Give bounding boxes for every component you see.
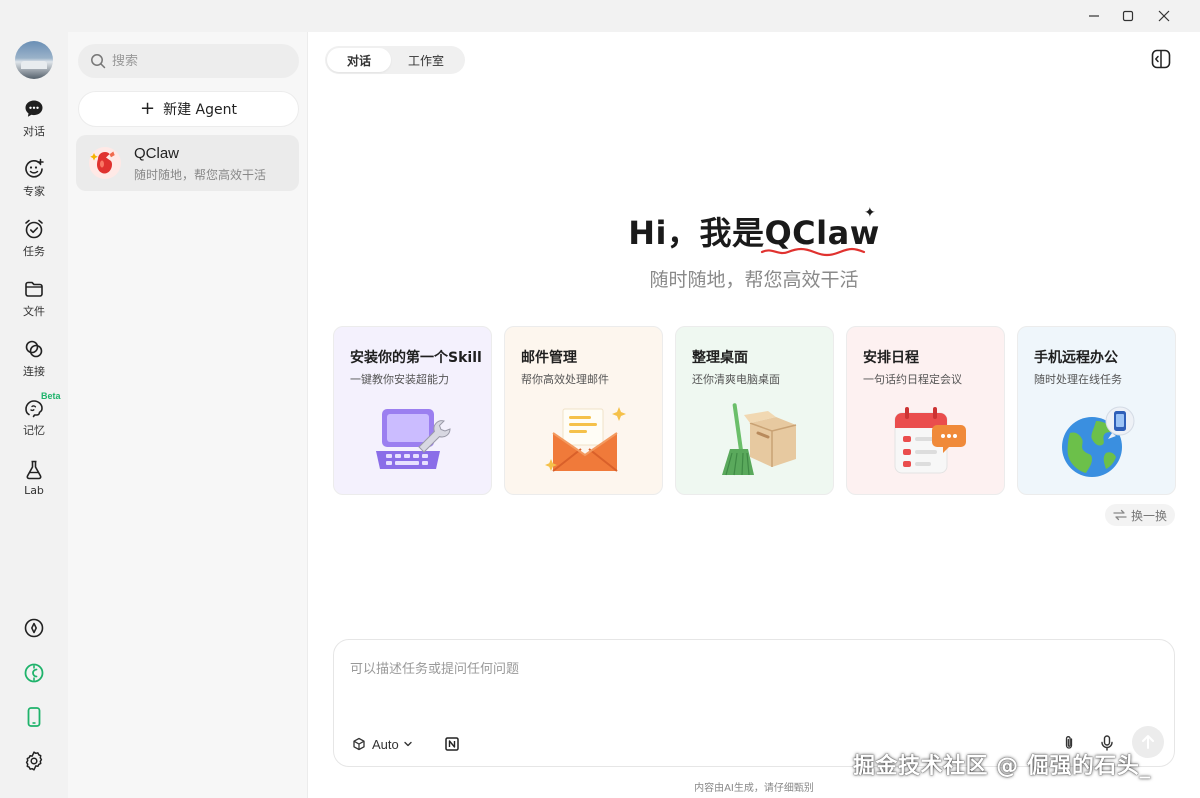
qclaw-logo-icon — [89, 147, 121, 179]
card-subtitle: 一句话约日程定会议 — [863, 373, 962, 386]
rail-item-tasks[interactable]: 任务 — [0, 218, 68, 270]
chat-bubble-icon — [25, 100, 43, 117]
close-icon — [1158, 10, 1170, 22]
hero-greeting: Hi，我是 — [628, 214, 765, 252]
rail-item-label: 文件 — [23, 305, 45, 318]
agent-subtitle: 随时随地，帮您高效干活 — [134, 168, 267, 182]
minimize-icon — [1089, 15, 1099, 17]
brand-underline-squiggle — [760, 247, 866, 257]
sparkle-icon: ✦ — [864, 204, 876, 220]
beta-badge: Beta — [41, 391, 61, 401]
card-title: 安排日程 — [863, 350, 919, 366]
notion-icon[interactable] — [442, 734, 462, 754]
shield-badge-icon[interactable] — [22, 661, 46, 685]
phone-icon[interactable] — [22, 705, 46, 729]
folder-icon — [25, 281, 43, 297]
shuffle-button[interactable]: 换一换 — [1105, 504, 1175, 526]
envelope-icon — [545, 407, 626, 472]
mode-tabs: 对话 工作室 — [325, 46, 465, 74]
tab-studio[interactable]: 工作室 — [391, 48, 461, 72]
model-label: Auto — [372, 736, 399, 752]
calendar-icon — [894, 407, 966, 474]
card-title: 手机远程办公 — [1034, 350, 1118, 366]
rail-item-chat[interactable]: 对话 — [0, 98, 68, 150]
globe-phone-icon — [1062, 406, 1135, 477]
rail-item-experts[interactable]: 专家 — [0, 158, 68, 210]
title-bar — [0, 0, 1200, 32]
sidebar-toggle-icon[interactable] — [1150, 48, 1172, 70]
hero-subtitle: 随时随地，帮您高效干活 — [649, 269, 859, 291]
model-selector[interactable]: Auto — [352, 734, 413, 754]
card-title: 邮件管理 — [521, 350, 577, 366]
shuffle-label: 换一换 — [1130, 508, 1167, 523]
maximize-button[interactable] — [1110, 0, 1146, 32]
maximize-icon — [1122, 10, 1134, 22]
suggestion-card-schedule[interactable]: 安排日程 一句话约日程定会议 — [846, 326, 1005, 495]
card-subtitle: 还你清爽电脑桌面 — [692, 373, 780, 386]
hero-title: Hi，我是QClaw — [308, 208, 1200, 254]
chevron-down-icon — [404, 741, 412, 747]
card-subtitle: 帮你高效处理邮件 — [521, 373, 609, 386]
alarm-check-icon — [25, 219, 43, 239]
rail-item-files[interactable]: 文件 — [0, 278, 68, 330]
agent-list-item[interactable]: QClaw 随时随地，帮您高效干活 — [76, 135, 299, 191]
rail-item-connections[interactable]: 连接 — [0, 338, 68, 390]
main-area: 对话 工作室 Hi，我是QClaw ✦ 随时随地，帮您高效干活 安装你的第一个S… — [308, 32, 1200, 798]
prompt-input[interactable] — [350, 658, 1150, 708]
cube-icon — [353, 737, 365, 751]
tab-chat[interactable]: 对话 — [327, 48, 391, 72]
rail-item-label: 记忆 — [23, 424, 45, 437]
card-title: 安装你的第一个Skill — [350, 350, 482, 366]
ai-disclaimer: 内容由AI生成，请仔细甄别 — [694, 783, 814, 794]
rail-item-label: 专家 — [23, 185, 45, 198]
agent-name: QClaw — [134, 145, 180, 162]
compass-icon[interactable] — [22, 616, 46, 640]
link-loop-icon — [25, 340, 43, 358]
new-agent-button[interactable]: + 新建 Agent — [78, 91, 299, 127]
swap-icon — [1113, 509, 1127, 521]
rail-item-lab[interactable]: Lab — [0, 459, 68, 511]
search-input[interactable] — [112, 53, 282, 69]
card-subtitle: 一键教你安装超能力 — [350, 373, 449, 386]
broom-box-icon — [722, 403, 797, 476]
rail-item-label: 连接 — [23, 365, 45, 378]
agent-panel: + 新建 Agent QClaw 随时随地，帮您高效干活 — [68, 32, 308, 798]
gear-icon[interactable] — [22, 749, 46, 773]
card-subtitle: 随时处理在线任务 — [1034, 373, 1122, 386]
search-icon — [91, 54, 106, 69]
plus-icon: + — [140, 98, 156, 119]
smile-face-icon — [25, 158, 44, 178]
suggestion-card-mail[interactable]: 邮件管理 帮你高效处理邮件 — [504, 326, 663, 495]
close-button[interactable] — [1146, 0, 1182, 32]
search-box[interactable] — [78, 44, 299, 78]
suggestion-card-desktop[interactable]: 整理桌面 还你清爽电脑桌面 — [675, 326, 834, 495]
rail-item-label: 对话 — [23, 125, 45, 138]
flask-icon — [26, 460, 42, 480]
avatar[interactable] — [15, 41, 53, 79]
laptop-wrench-icon — [376, 409, 451, 469]
watermark-text: 掘金技术社区 @ 倔强的石头_ — [853, 754, 1151, 779]
rail-item-memory[interactable]: Beta 记忆 — [0, 391, 68, 449]
card-title: 整理桌面 — [692, 350, 748, 366]
suggestion-card-skill[interactable]: 安装你的第一个Skill 一键教你安装超能力 — [333, 326, 492, 495]
rail-item-label: 任务 — [23, 245, 45, 258]
nav-rail: 对话 专家 任务 文件 连接 Beta 记忆 Lab — [0, 32, 68, 798]
new-agent-label: 新建 Agent — [163, 102, 237, 118]
rail-item-label: Lab — [24, 484, 44, 497]
suggestion-card-remote[interactable]: 手机远程办公 随时处理在线任务 — [1017, 326, 1176, 495]
minimize-button[interactable] — [1076, 0, 1112, 32]
